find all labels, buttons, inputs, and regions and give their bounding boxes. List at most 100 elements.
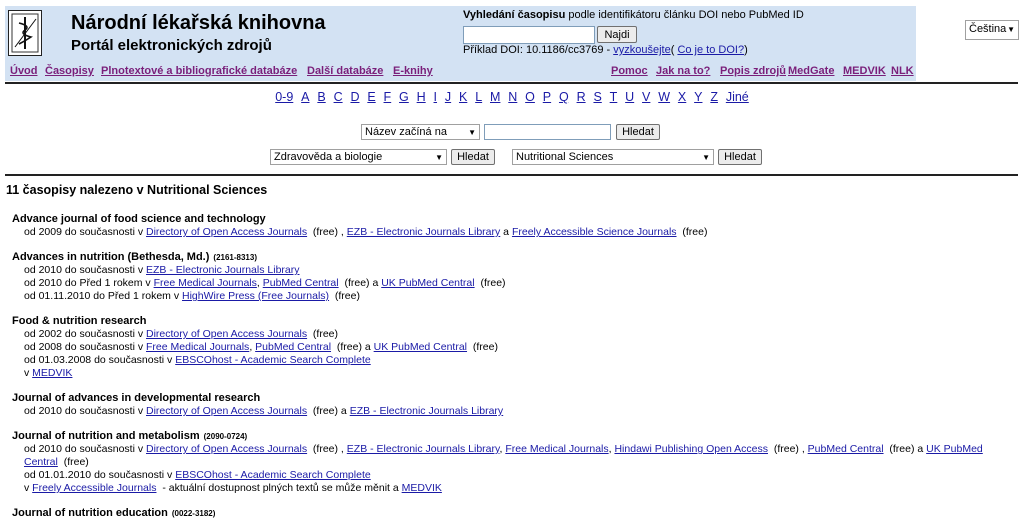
access-text: (free) — [676, 226, 708, 238]
access-text: od 2010 do současnosti v — [24, 264, 147, 276]
category-search-button[interactable]: Hledat — [451, 149, 495, 165]
nav-jak-na-to[interactable]: Jak na to? — [656, 65, 710, 77]
access-text: (free) , — [767, 443, 808, 455]
alphabet-letter[interactable]: S — [593, 90, 601, 104]
journal-entry: Journal of nutrition and metabolism (2090… — [12, 430, 1007, 495]
alphabet-letter[interactable]: T — [610, 90, 618, 104]
provider-link[interactable]: EZB - Electronic Journals Library — [347, 443, 500, 455]
provider-link[interactable]: PubMed Central — [263, 277, 339, 289]
alphabet-letter[interactable]: Z — [710, 90, 718, 104]
provider-link[interactable]: Freely Accessible Journals — [32, 482, 156, 494]
alphabet-letter[interactable]: G — [399, 90, 409, 104]
journal-title[interactable]: Advance journal of food science and tech… — [12, 213, 1007, 226]
access-text: (free) , — [307, 443, 347, 455]
alphabet-letter[interactable]: 0-9 — [275, 90, 293, 104]
category-select[interactable]: Zdravověda a biologie ▼ — [270, 149, 447, 165]
alphabet-letter[interactable]: P — [543, 90, 551, 104]
alphabet-letter[interactable]: A — [301, 90, 309, 104]
name-search-button[interactable]: Hledat — [616, 124, 660, 140]
provider-link[interactable]: UK PubMed Central — [374, 341, 467, 353]
provider-link[interactable]: EBSCOhost - Academic Search Complete — [175, 469, 371, 481]
subcategory-search-button[interactable]: Hledat — [718, 149, 762, 165]
provider-link[interactable]: Freely Accessible Science Journals — [512, 226, 677, 238]
alphabet-letter[interactable]: N — [508, 90, 517, 104]
access-text: a — [500, 226, 512, 238]
nav-dalsi-databaze[interactable]: Další databáze — [307, 65, 383, 77]
alphabet-letter[interactable]: L — [475, 90, 482, 104]
provider-link[interactable]: Hindawi Publishing Open Access — [614, 443, 768, 455]
alphabet-letter[interactable]: I — [434, 90, 437, 104]
provider-link[interactable]: PubMed Central — [808, 443, 884, 455]
access-line: od 01.03.2008 do současnosti v EBSCOhost… — [24, 354, 1007, 367]
provider-link[interactable]: MEDVIK — [32, 367, 72, 379]
journal-title[interactable]: Journal of nutrition education (0022-3182… — [12, 507, 1007, 520]
name-filter-select[interactable]: Název začíná na ▼ — [361, 124, 480, 140]
alphabet-letter[interactable]: Q — [559, 90, 569, 104]
nav-medgate[interactable]: MedGate — [788, 65, 834, 77]
nav-medvik[interactable]: MEDVIK — [843, 65, 886, 77]
access-line: od 2009 do současnosti v Directory of Op… — [24, 226, 1007, 239]
alphabet-letter[interactable]: F — [384, 90, 392, 104]
provider-link[interactable]: Directory of Open Access Journals — [146, 328, 307, 340]
journal-title-text[interactable]: Journal of advances in developmental res… — [12, 392, 260, 404]
nav-uvod[interactable]: Úvod — [10, 65, 38, 77]
doi-search-input[interactable] — [463, 26, 595, 44]
journal-title[interactable]: Journal of nutrition and metabolism (2090… — [12, 430, 1007, 443]
journal-title-text[interactable]: Food & nutrition research — [12, 315, 146, 327]
access-line: od 2010 do současnosti v EZB - Electroni… — [24, 264, 1007, 277]
nav-nlk[interactable]: NLK — [891, 65, 914, 77]
alphabet-letter[interactable]: U — [625, 90, 634, 104]
alphabet-letter[interactable]: X — [678, 90, 686, 104]
alphabet-letter[interactable]: W — [658, 90, 670, 104]
journal-title[interactable]: Advances in nutrition (Bethesda, Md.) (21… — [12, 251, 1007, 264]
journal-title-text[interactable]: Journal of nutrition education — [12, 507, 168, 519]
subcategory-select[interactable]: Nutritional Sciences ▼ — [512, 149, 714, 165]
alphabet-letter[interactable]: J — [445, 90, 451, 104]
try-link[interactable]: vyzkoušejte — [613, 44, 670, 56]
nav-casopisy[interactable]: Časopisy — [45, 65, 94, 77]
alphabet-letter[interactable]: D — [350, 90, 359, 104]
nav-pomoc[interactable]: Pomoc — [611, 65, 648, 77]
alphabet-letter[interactable]: O — [525, 90, 535, 104]
alphabet-letter[interactable]: M — [490, 90, 500, 104]
provider-link[interactable]: UK PubMed Central — [381, 277, 474, 289]
nav-databaze[interactable]: Plnotextové a bibliografické databáze — [101, 65, 297, 77]
alphabet-letter[interactable]: K — [459, 90, 467, 104]
provider-link[interactable]: Directory of Open Access Journals — [146, 443, 307, 455]
nav-popis-zdroju[interactable]: Popis zdrojů — [720, 65, 786, 77]
provider-link[interactable]: HighWire Press (Free Journals) — [182, 290, 329, 302]
alphabet-letter[interactable]: H — [417, 90, 426, 104]
journal-title-text[interactable]: Advance journal of food science and tech… — [12, 213, 266, 225]
access-text: (free) — [307, 328, 339, 340]
provider-link[interactable]: EZB - Electronic Journals Library — [347, 226, 500, 238]
divider — [5, 174, 1018, 176]
provider-link[interactable]: Free Medical Journals — [146, 341, 249, 353]
what-is-doi-link[interactable]: Co je to DOI? — [677, 44, 744, 56]
alphabet-letter[interactable]: Y — [694, 90, 702, 104]
alphabet-letter[interactable]: V — [642, 90, 650, 104]
journal-title[interactable]: Food & nutrition research — [12, 315, 1007, 328]
provider-link[interactable]: PubMed Central — [255, 341, 331, 353]
provider-link[interactable]: EZB - Electronic Journals Library — [146, 264, 299, 276]
alphabet-letter[interactable]: Jiné — [726, 90, 749, 104]
journal-title-text[interactable]: Advances in nutrition (Bethesda, Md.) — [12, 251, 209, 263]
provider-link[interactable]: EBSCOhost - Academic Search Complete — [175, 354, 371, 366]
alphabet-letter[interactable]: R — [577, 90, 586, 104]
language-select[interactable]: Čeština ▼ — [965, 20, 1019, 40]
nav-e-knihy[interactable]: E-knihy — [393, 65, 433, 77]
nlk-logo-icon[interactable] — [8, 10, 42, 56]
alphabet-letter[interactable]: B — [317, 90, 325, 104]
name-search-input[interactable] — [484, 124, 611, 140]
find-button[interactable]: Najdi — [597, 26, 637, 43]
alphabet-letter[interactable]: C — [334, 90, 343, 104]
journal-title-text[interactable]: Journal of nutrition and metabolism — [12, 430, 200, 442]
journal-title[interactable]: Journal of advances in developmental res… — [12, 392, 1007, 405]
provider-link[interactable]: Free Medical Journals — [154, 277, 257, 289]
access-line: od 2010 do současnosti v Directory of Op… — [24, 443, 1007, 469]
provider-link[interactable]: EZB - Electronic Journals Library — [350, 405, 503, 417]
provider-link[interactable]: Directory of Open Access Journals — [146, 226, 307, 238]
provider-link[interactable]: Directory of Open Access Journals — [146, 405, 307, 417]
alphabet-letter[interactable]: E — [367, 90, 375, 104]
provider-link[interactable]: MEDVIK — [402, 482, 442, 494]
provider-link[interactable]: Free Medical Journals — [505, 443, 608, 455]
